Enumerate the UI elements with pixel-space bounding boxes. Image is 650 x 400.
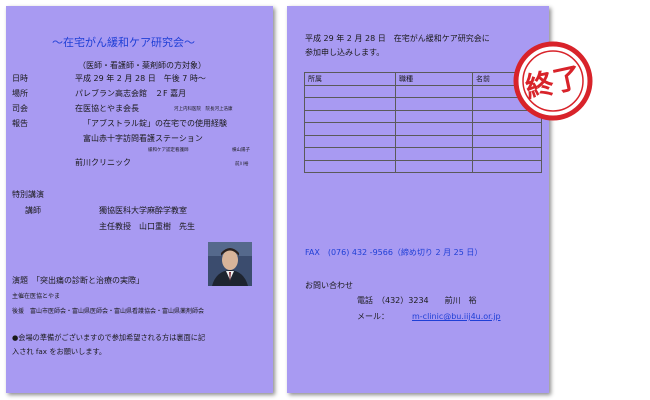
table-row bbox=[304, 122, 542, 136]
lecture-topic: 演題 「突出痛の診断と治療の実際」 bbox=[12, 276, 144, 285]
form-intro-line-1: 平成 29 年 2 月 28 日 在宅がん緩和ケア研究会に bbox=[305, 34, 490, 43]
flyer-title: ～在宅がん緩和ケア研究会～ bbox=[52, 36, 195, 49]
date-value: 平成 29 年 2 月 28 日 午後 7 時～ bbox=[75, 74, 206, 83]
contact-phone: 電話 （432）3234 前川 裕 bbox=[357, 296, 477, 305]
contact-mail-label: メール： bbox=[357, 312, 389, 321]
table-cell[interactable] bbox=[472, 147, 542, 161]
report-2-title: 富山赤十字訪問看護ステーション bbox=[83, 134, 203, 143]
table-row bbox=[304, 109, 542, 123]
lecturer-org: 獨協医科大学麻酔学教室 bbox=[99, 206, 187, 215]
table-cell[interactable] bbox=[472, 159, 542, 173]
date-label: 日時 bbox=[12, 74, 28, 83]
table-cell[interactable] bbox=[304, 84, 396, 98]
table-cell[interactable] bbox=[304, 97, 396, 111]
notice-line-2: 入され fax をお願いします。 bbox=[12, 347, 107, 356]
organizer: 主催在医協とやま bbox=[12, 293, 61, 300]
table-cell[interactable] bbox=[395, 97, 473, 111]
report-1-title: 「アブストラル錠」の在宅での使用経験 bbox=[83, 119, 227, 128]
lecturer-name: 主任教授 山口重樹 先生 bbox=[99, 222, 195, 231]
form-intro-line-2: 参加申し込みします。 bbox=[305, 48, 385, 57]
notice-line-1: ●会場の準備がございますので参加希望される方は裏面に記 bbox=[12, 333, 206, 342]
flyer-subtitle: （医師・看護師・薬剤師の方対象） bbox=[78, 61, 206, 70]
table-cell[interactable] bbox=[395, 134, 473, 148]
table-row bbox=[304, 97, 542, 111]
table-row bbox=[304, 159, 542, 173]
table-cell[interactable] bbox=[395, 84, 473, 98]
chair-label: 司会 bbox=[12, 104, 28, 113]
report-3-title: 前川クリニック bbox=[75, 158, 131, 167]
table-cell[interactable] bbox=[472, 122, 542, 136]
chair-note: 河上内科医院 院長河上浩康 bbox=[174, 107, 233, 112]
table-row bbox=[304, 84, 542, 98]
report-label: 報告 bbox=[12, 119, 28, 128]
report-3-name: 前川裕 bbox=[235, 162, 249, 167]
finished-stamp: 終了 bbox=[512, 40, 594, 122]
table-row bbox=[304, 134, 542, 148]
lecturer-photo bbox=[208, 242, 252, 286]
stamp-seal-icon: 終了 bbox=[513, 41, 593, 121]
portrait-image bbox=[208, 242, 252, 286]
table-cell[interactable] bbox=[304, 134, 396, 148]
venue-value: パレブラン高志会館 ２F 嘉月 bbox=[75, 89, 187, 98]
table-cell[interactable] bbox=[304, 159, 396, 173]
application-table: 所属 職種 名前 bbox=[304, 72, 542, 173]
table-cell[interactable] bbox=[395, 147, 473, 161]
lecturer-label: 講師 bbox=[25, 206, 41, 215]
table-header-row: 所属 職種 名前 bbox=[304, 72, 542, 86]
table-cell[interactable] bbox=[395, 109, 473, 123]
special-lecture-title: 特別講演 bbox=[12, 190, 44, 199]
sponsors: 後援 富山市医師会・富山県医師会・富山県看護協会・富山県薬剤師会 bbox=[12, 308, 205, 315]
table-cell[interactable] bbox=[304, 147, 396, 161]
report-2-note: 緩和ケア認定看護師 bbox=[148, 148, 189, 153]
venue-label: 場所 bbox=[12, 89, 28, 98]
table-cell[interactable] bbox=[304, 109, 396, 123]
header-occupation: 職種 bbox=[395, 72, 473, 86]
header-affiliation: 所属 bbox=[304, 72, 396, 86]
table-cell[interactable] bbox=[395, 122, 473, 136]
table-cell[interactable] bbox=[395, 159, 473, 173]
table-cell[interactable] bbox=[472, 134, 542, 148]
fax-line: FAX (076) 432 -9566（締め切り 2 月 25 日） bbox=[305, 248, 483, 257]
table-row bbox=[304, 147, 542, 161]
report-2-name: 横山陽子 bbox=[232, 148, 250, 153]
table-cell[interactable] bbox=[304, 122, 396, 136]
chair-value: 在医協とやま会長 bbox=[75, 104, 139, 113]
contact-title: お問い合わせ bbox=[305, 281, 353, 290]
contact-mail-link[interactable]: m-clinic@bu.iij4u.or.jp bbox=[412, 312, 501, 322]
application-form: 平成 29 年 2 月 28 日 在宅がん緩和ケア研究会に 参加申し込みします。… bbox=[287, 6, 549, 393]
flyer-front: ～在宅がん緩和ケア研究会～ （医師・看護師・薬剤師の方対象） 日時 平成 29 … bbox=[6, 6, 273, 393]
